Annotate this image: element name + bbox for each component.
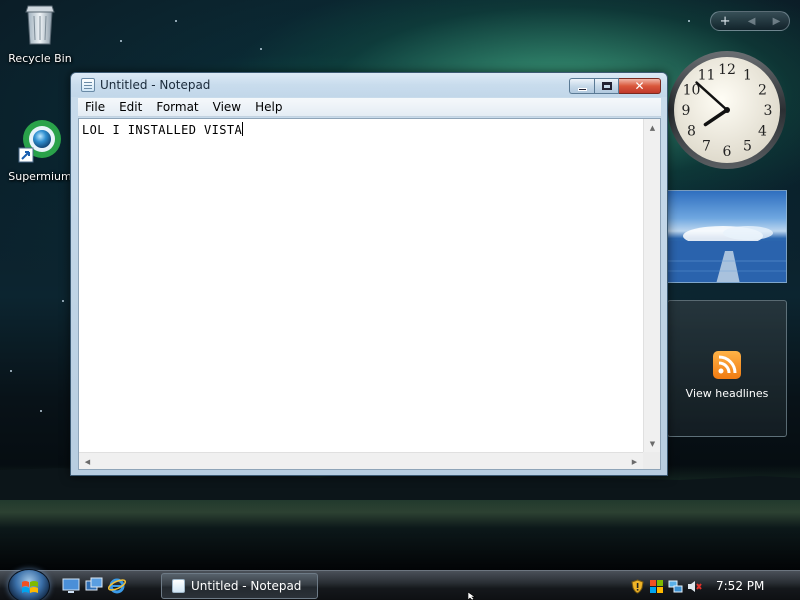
- clock-numeral: 1: [743, 68, 752, 84]
- clock-numeral: 12: [718, 62, 736, 78]
- close-icon: ✕: [634, 79, 645, 93]
- start-button[interactable]: [8, 569, 50, 600]
- desktop-icon-label: Recycle Bin: [8, 52, 72, 65]
- horizontal-scrollbar[interactable]: ◀ ▶: [79, 452, 643, 469]
- desktop-icon-supermium[interactable]: Supermium: [0, 118, 80, 183]
- clock-center-pin: [724, 107, 730, 113]
- menu-view[interactable]: View: [206, 100, 248, 114]
- rss-feed-icon: [713, 351, 741, 379]
- desktop-icon-recycle-bin[interactable]: Recycle Bin: [0, 2, 80, 65]
- maximize-button[interactable]: [594, 78, 619, 94]
- clock-numeral: 2: [758, 83, 767, 99]
- internet-explorer-icon[interactable]: [108, 576, 126, 594]
- menu-bar: File Edit Format View Help: [78, 98, 661, 117]
- view-headlines-link[interactable]: View headlines: [668, 387, 786, 400]
- minimize-button[interactable]: [569, 78, 594, 94]
- switch-windows-icon[interactable]: [85, 576, 103, 594]
- resize-grip-icon[interactable]: [643, 452, 660, 469]
- star: [260, 48, 262, 50]
- landscape-photo-icon: [668, 226, 786, 282]
- volume-muted-icon[interactable]: [687, 579, 702, 594]
- window-controls: ✕: [569, 78, 661, 94]
- star: [175, 20, 177, 22]
- windows-logo-icon: [22, 581, 38, 593]
- vertical-scrollbar[interactable]: ▲ ▼: [643, 119, 660, 452]
- feed-headlines-gadget[interactable]: View headlines: [667, 300, 787, 437]
- clock-numeral: 6: [723, 144, 732, 160]
- star: [120, 40, 122, 42]
- desktop-icon-label: Supermium: [8, 170, 72, 183]
- windows-update-icon[interactable]: [649, 579, 664, 594]
- close-button[interactable]: ✕: [619, 78, 661, 94]
- taskbar-button-notepad[interactable]: Untitled - Notepad: [161, 573, 318, 599]
- next-page-button[interactable]: ▶: [773, 16, 781, 27]
- menu-format[interactable]: Format: [149, 100, 205, 114]
- sidebar-controls: + ◀ ▶: [710, 11, 790, 31]
- clock-gadget[interactable]: 12 1234567891011: [667, 49, 787, 171]
- menu-help[interactable]: Help: [248, 100, 289, 114]
- clock-numeral: 4: [758, 124, 767, 140]
- slideshow-gadget[interactable]: [667, 190, 787, 283]
- taskbar: Untitled - Notepad 7:52 PM: [0, 569, 800, 600]
- clock-numeral: 11: [698, 68, 716, 84]
- clock-numeral: 8: [687, 124, 696, 140]
- editor-content: LOL I INSTALLED VISTA: [82, 123, 243, 137]
- previous-page-button[interactable]: ◀: [748, 16, 756, 27]
- taskbar-button-label: Untitled - Notepad: [191, 579, 302, 593]
- security-shield-icon[interactable]: [630, 578, 645, 594]
- clock-numeral: 9: [682, 103, 691, 119]
- quick-launch-bar: [62, 576, 126, 594]
- system-tray: 7:52 PM: [630, 573, 800, 599]
- maximize-icon: [601, 82, 612, 90]
- star: [688, 20, 690, 22]
- clock-numeral: 5: [743, 139, 752, 155]
- star: [10, 370, 12, 372]
- network-icon[interactable]: [668, 579, 683, 594]
- scroll-left-arrow-icon[interactable]: ◀: [79, 453, 96, 470]
- title-bar[interactable]: Untitled - Notepad ✕: [71, 73, 667, 97]
- notepad-window[interactable]: Untitled - Notepad ✕ File Edit Format Vi…: [70, 72, 668, 476]
- notepad-icon: [172, 579, 185, 593]
- editor-content-line: LOL I INSTALLED VISTA: [82, 122, 244, 137]
- text-caret: [242, 122, 244, 136]
- show-desktop-icon[interactable]: [62, 576, 80, 594]
- scroll-up-arrow-icon[interactable]: ▲: [644, 119, 661, 136]
- scroll-down-arrow-icon[interactable]: ▼: [644, 435, 661, 452]
- window-title: Untitled - Notepad: [100, 78, 211, 92]
- menu-file[interactable]: File: [78, 100, 112, 114]
- star: [40, 410, 42, 412]
- mouse-cursor-icon: [468, 592, 476, 600]
- taskbar-clock[interactable]: 7:52 PM: [716, 579, 764, 593]
- add-gadget-button[interactable]: +: [720, 14, 731, 29]
- supermium-browser-icon: [18, 120, 61, 163]
- recycle-bin-icon: [25, 5, 55, 45]
- clock-numeral: 3: [764, 103, 773, 119]
- clock-numeral: 7: [702, 139, 711, 155]
- star: [62, 300, 64, 302]
- text-editor[interactable]: LOL I INSTALLED VISTA ▲ ▼ ◀ ▶: [78, 118, 661, 470]
- menu-edit[interactable]: Edit: [112, 100, 149, 114]
- notepad-icon: [81, 78, 95, 92]
- scroll-right-arrow-icon[interactable]: ▶: [626, 453, 643, 470]
- minimize-icon: [577, 87, 587, 91]
